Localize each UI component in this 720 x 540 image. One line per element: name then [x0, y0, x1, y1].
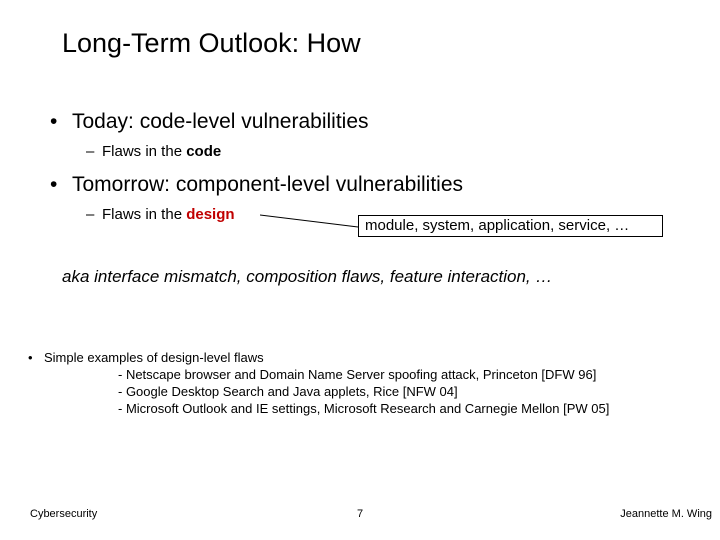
example-line-2: - Google Desktop Search and Java applets…: [118, 384, 458, 399]
bullet-2-sub: Flaws in the design: [102, 206, 235, 223]
bullet-marker: •: [50, 173, 57, 197]
callout-box: module, system, application, service, …: [358, 215, 663, 237]
connector-line-icon: [260, 209, 360, 229]
footer-author: Jeannette M. Wing: [620, 508, 712, 520]
slide: Long-Term Outlook: How • Today: code-lev…: [0, 0, 720, 540]
bullet-1-text: Today: code-level vulnerabilities: [72, 110, 369, 134]
bullet-2-sub-prefix: Flaws in the: [102, 206, 186, 223]
bullet-1-sub-strong: code: [186, 143, 221, 160]
aka-text: aka interface mismatch, composition flaw…: [62, 267, 552, 287]
subbullet-marker: –: [86, 143, 94, 160]
footer-page-number: 7: [0, 508, 720, 520]
bullet-2-text: Tomorrow: component-level vulnerabilitie…: [72, 173, 463, 197]
bullet-1-sub: Flaws in the code: [102, 143, 221, 160]
bullet-marker: •: [28, 350, 33, 365]
subbullet-marker: –: [86, 206, 94, 223]
slide-title: Long-Term Outlook: How: [62, 28, 361, 59]
bullet-marker: •: [50, 110, 57, 134]
examples-heading: Simple examples of design-level flaws: [44, 350, 264, 365]
bullet-2-sub-strong: design: [186, 206, 234, 223]
example-line-1: - Netscape browser and Domain Name Serve…: [118, 367, 596, 382]
bullet-1-sub-prefix: Flaws in the: [102, 143, 186, 160]
example-line-3: - Microsoft Outlook and IE settings, Mic…: [118, 401, 609, 416]
